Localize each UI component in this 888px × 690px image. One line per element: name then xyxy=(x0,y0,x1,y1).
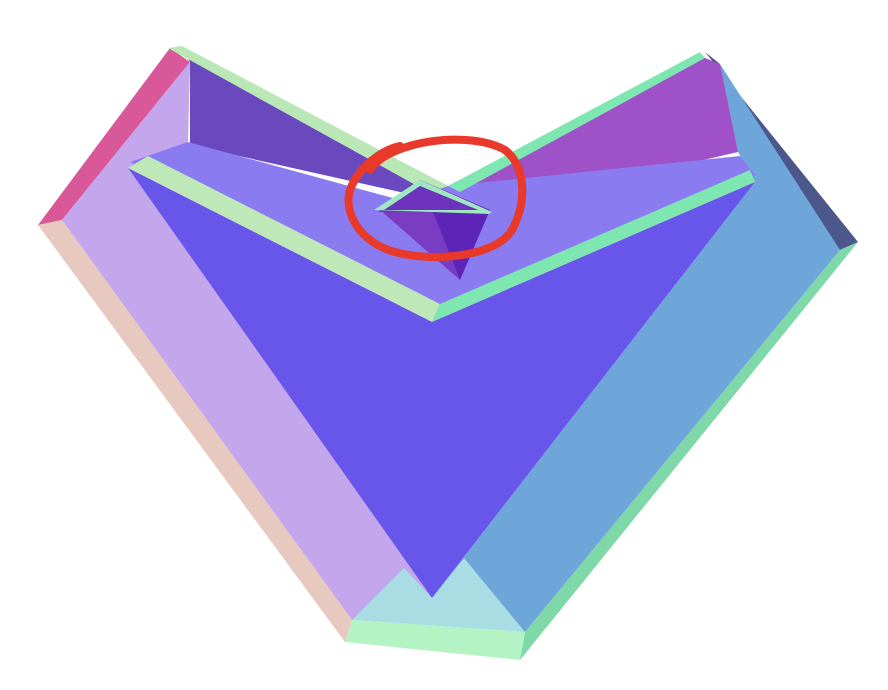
heart-3d-render xyxy=(0,0,888,690)
